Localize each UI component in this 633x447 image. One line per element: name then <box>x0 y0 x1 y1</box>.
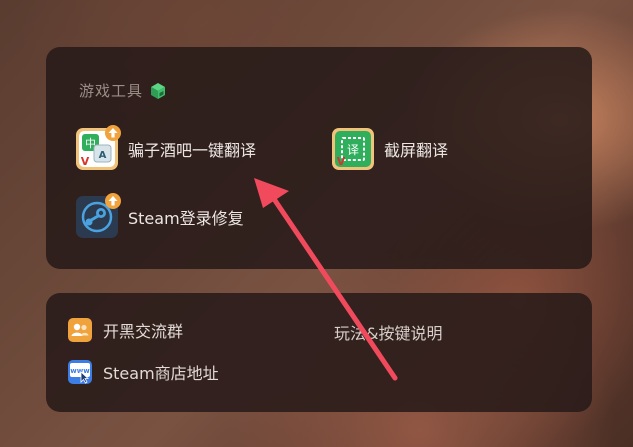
icon-zh-text: 中 <box>85 137 96 150</box>
link-label: 玩法&按键说明 <box>334 324 443 343</box>
vip-badge: V <box>337 155 346 167</box>
tool-bar-translate[interactable]: 中 A V 骗子酒吧一键翻译 <box>76 125 257 170</box>
link-label: 开黑交流群 <box>103 322 184 341</box>
bar-translate-icon: 中 A V <box>76 125 121 170</box>
game-tools-title: 游戏工具 <box>79 82 144 100</box>
update-badge-icon <box>105 125 121 141</box>
icon-yi-text: 译 <box>347 143 359 157</box>
tool-label: 截屏翻译 <box>384 141 449 160</box>
tool-screenshot-translate[interactable]: 译 V 截屏翻译 <box>332 128 448 170</box>
vip-badge: V <box>81 155 90 167</box>
update-badge-icon <box>105 193 121 209</box>
web-link-icon: www <box>68 360 92 384</box>
group-chat-icon <box>68 318 92 342</box>
www-text: www <box>70 367 90 375</box>
game-tools-header: 游戏工具 <box>79 80 167 101</box>
link-label: Steam商店地址 <box>103 364 219 383</box>
tool-label: 骗子酒吧一键翻译 <box>128 141 257 160</box>
link-team-group[interactable]: 开黑交流群 <box>68 318 183 342</box>
icon-a-text: A <box>99 150 107 161</box>
steam-icon <box>76 193 121 238</box>
game-tools-panel: 游戏工具 中 A V 骗子酒吧一键翻译 译 V 截屏翻译 Steam登录修复 <box>46 47 592 269</box>
links-panel: 开黑交流群 玩法&按键说明 www Steam商店地址 <box>46 293 592 412</box>
tool-label: Steam登录修复 <box>128 209 244 228</box>
cube-icon <box>151 82 166 99</box>
tool-steam-login-fix[interactable]: Steam登录修复 <box>76 193 244 238</box>
link-steam-store[interactable]: www Steam商店地址 <box>68 360 219 384</box>
screenshot-translate-icon: 译 V <box>332 128 374 170</box>
link-gameplay-keys[interactable]: 玩法&按键说明 <box>334 320 442 344</box>
